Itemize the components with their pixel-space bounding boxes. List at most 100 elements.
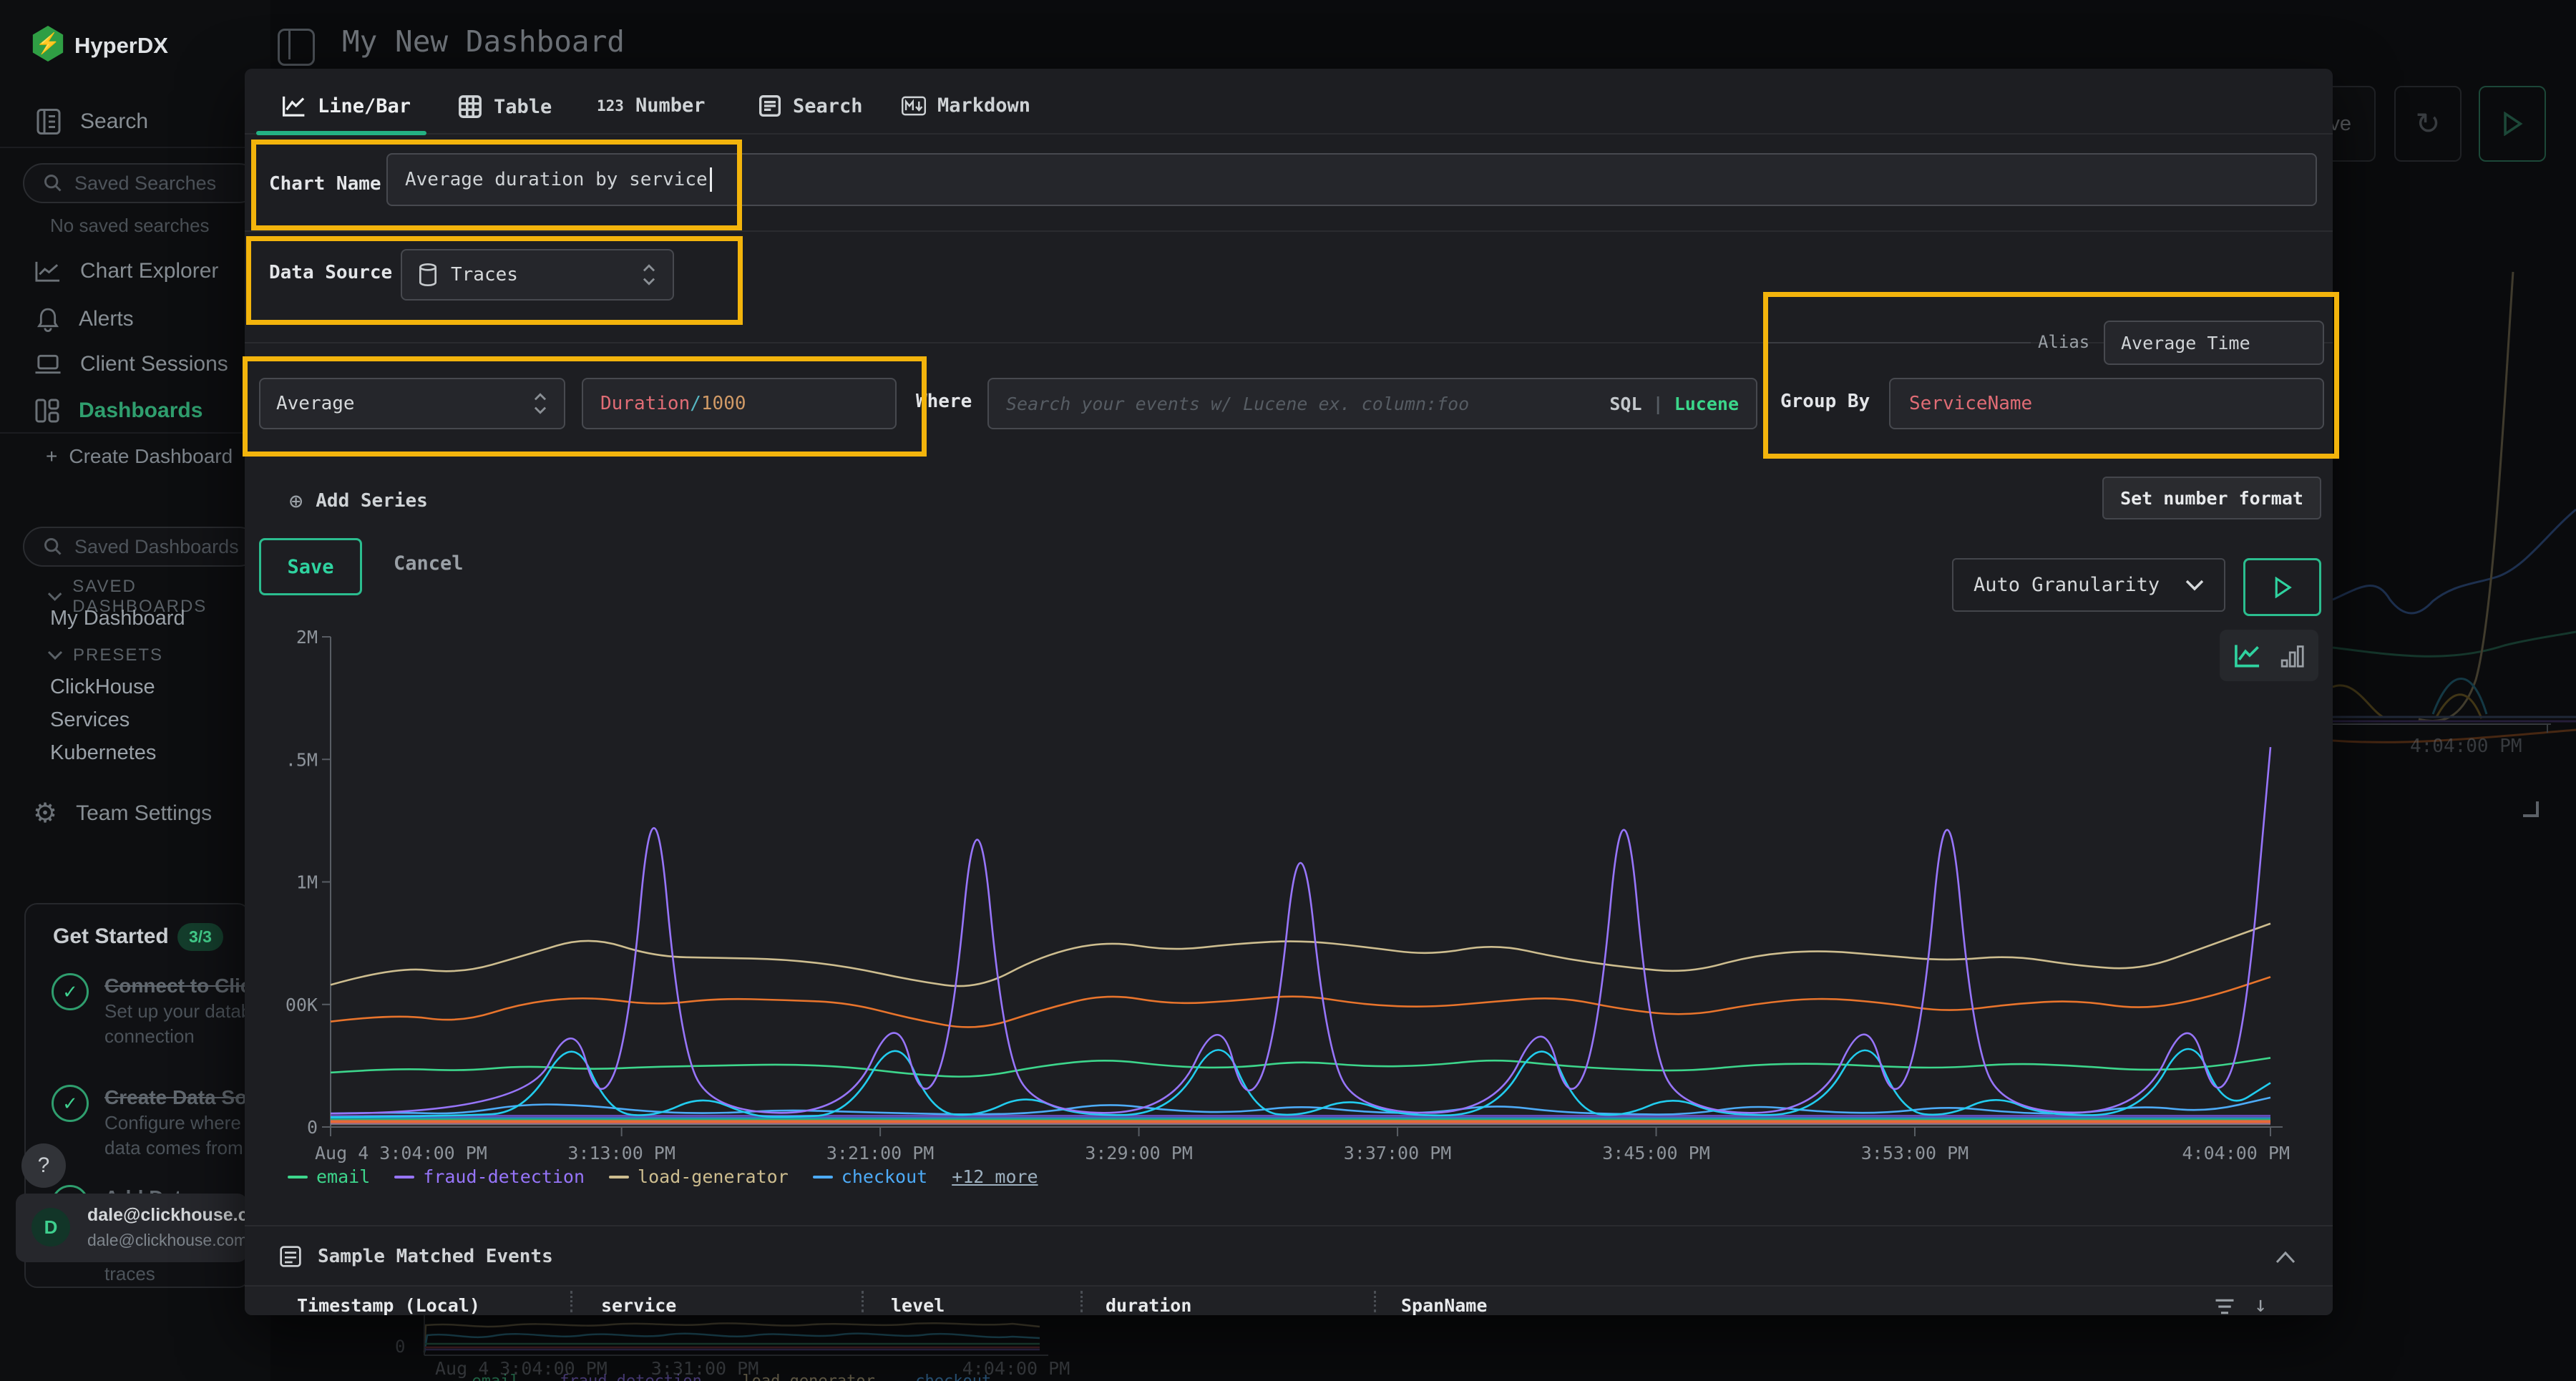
sidebar: ⚡ HyperDX Search Saved Searches No saved…	[0, 0, 272, 1381]
column-separator[interactable]	[570, 1291, 572, 1312]
collapse-chevron-icon[interactable]	[2275, 1251, 2296, 1264]
legend-item[interactable]: fraud-detection	[394, 1166, 585, 1187]
search-icon	[43, 173, 63, 193]
select-chevrons-icon	[532, 391, 548, 416]
no-saved-searches-text: No saved searches	[50, 215, 210, 237]
svg-text:3:13:00 PM: 3:13:00 PM	[567, 1143, 675, 1163]
sidebar-collapse-button[interactable]	[278, 29, 315, 66]
where-search-input[interactable]: Search your events w/ Lucene ex. column:…	[987, 378, 1757, 429]
search-tab-icon	[758, 94, 781, 117]
sidebar-item-chart-explorer[interactable]: Chart Explorer	[34, 259, 218, 283]
lucene-toggle[interactable]: Lucene	[1674, 394, 1739, 414]
svg-text:4:04:00 PM: 4:04:00 PM	[2182, 1143, 2290, 1163]
download-icon[interactable]: ↓	[2254, 1292, 2267, 1315]
divider	[0, 432, 270, 434]
main-chart[interactable]: 2M1.5M1M500K0Aug 4 3:04:00 PM3:13:00 PM3…	[286, 626, 2297, 1170]
underlying-right-chart	[2333, 186, 2576, 758]
run-query-button[interactable]	[2479, 86, 2546, 162]
user-menu[interactable]: D dale@clickhouse.com dale@clickhouse.co…	[16, 1194, 248, 1262]
step-desc: Set up your database connection	[104, 1000, 250, 1047]
sidebar-item-client-sessions[interactable]: Client Sessions	[34, 352, 228, 376]
refresh-button[interactable]: ↻	[2394, 86, 2462, 162]
saved-searches-input[interactable]: Saved Searches	[23, 163, 259, 203]
sidebar-item-search[interactable]: Search	[36, 107, 148, 136]
save-button[interactable]: Save	[259, 538, 362, 595]
chevron-down-icon	[47, 592, 62, 602]
svg-text:3:53:00 PM: 3:53:00 PM	[1861, 1143, 1969, 1163]
sidebar-item-team-settings[interactable]: ⚙ Team Settings	[33, 800, 212, 827]
legend-label: — checkout	[897, 1372, 991, 1381]
markdown-tab-icon	[902, 95, 926, 117]
data-source-select[interactable]: Traces	[401, 249, 674, 301]
granularity-select[interactable]: Auto Granularity	[1952, 558, 2225, 612]
tab-markdown[interactable]: Markdown	[902, 94, 1030, 117]
tab-line-bar[interactable]: Line/Bar	[282, 94, 411, 117]
chart-name-input[interactable]: Average duration by service	[386, 153, 2317, 206]
sample-events-header[interactable]: Sample Matched Events	[279, 1245, 553, 1268]
field-expression-input[interactable]: Duration/1000	[582, 378, 897, 429]
legend-label: — load-generator	[723, 1372, 875, 1381]
hyperdx-logo-icon: ⚡	[31, 26, 64, 62]
bell-icon	[36, 306, 60, 332]
group-by-input[interactable]: ServiceName	[1889, 378, 2324, 429]
column-filter-icon[interactable]	[2214, 1297, 2235, 1315]
tab-label: Number	[635, 94, 706, 117]
get-started-step-2[interactable]: ✓ Create Data Source Configure where you…	[52, 1085, 243, 1161]
sidebar-item-label: Client Sessions	[80, 352, 228, 376]
sidebar-item-label: Search	[80, 109, 148, 134]
run-chart-button[interactable]	[2243, 558, 2321, 616]
tab-label: Table	[494, 96, 552, 118]
tab-search[interactable]: Search	[758, 94, 863, 117]
column-header[interactable]: SpanName	[1401, 1295, 1487, 1315]
alias-value: Average Time	[2121, 333, 2250, 353]
legend-item[interactable]: checkout	[813, 1166, 927, 1187]
tab-table[interactable]: Table	[458, 94, 552, 119]
select-chevrons-icon	[641, 263, 657, 287]
legend-more-link[interactable]: +12 more	[952, 1166, 1038, 1187]
legend-label: email	[316, 1166, 370, 1187]
aggregation-select[interactable]: Average	[259, 378, 565, 429]
divider	[245, 1225, 2333, 1226]
text-caret	[710, 167, 712, 192]
tab-number[interactable]: 123 Number	[597, 94, 705, 117]
sidebar-item-label: Chart Explorer	[80, 259, 218, 283]
active-tab-indicator	[256, 131, 426, 135]
step-title: Create Data Source	[104, 1086, 250, 1108]
sql-toggle[interactable]: SQL	[1609, 394, 1641, 414]
column-header[interactable]: Timestamp (Local)	[297, 1295, 480, 1315]
svg-text:2M: 2M	[296, 627, 318, 648]
help-button[interactable]: ?	[21, 1143, 66, 1188]
column-separator[interactable]	[1080, 1291, 1083, 1312]
column-header[interactable]: service	[601, 1295, 676, 1315]
resize-handle[interactable]	[2523, 801, 2539, 817]
collapse-divider	[288, 31, 291, 59]
expr-constant: 1000	[701, 393, 746, 414]
set-number-format-button[interactable]: Set number format	[2102, 477, 2321, 519]
column-separator[interactable]	[862, 1291, 864, 1312]
sidebar-link-services[interactable]: Services	[50, 708, 130, 732]
get-started-step-1[interactable]: ✓ Connect to ClickHouse Set up your data…	[52, 973, 243, 1050]
add-series-button[interactable]: ⊕ Add Series	[289, 489, 428, 512]
saved-dashboards-placeholder: Saved Dashboards	[74, 536, 239, 558]
saved-dashboards-input[interactable]: Saved Dashboards	[23, 527, 259, 567]
sidebar-link-clickhouse[interactable]: ClickHouse	[50, 675, 155, 699]
sidebar-item-label: Alerts	[79, 307, 134, 331]
legend-item[interactable]: load-generator	[609, 1166, 789, 1187]
alias-input[interactable]: Average Time	[2104, 321, 2324, 365]
sidebar-link-my-dashboard[interactable]: My Dashboard	[50, 607, 185, 630]
sidebar-item-dashboards[interactable]: Dashboards	[34, 398, 203, 424]
column-header[interactable]: duration	[1106, 1295, 1191, 1315]
column-header[interactable]: level	[891, 1295, 945, 1315]
presets-section-header[interactable]: PRESETS	[47, 645, 163, 665]
chevron-down-icon	[47, 650, 63, 660]
column-separator[interactable]	[1374, 1291, 1376, 1312]
legend-item[interactable]: email	[288, 1166, 370, 1187]
create-dashboard-button[interactable]: + Create Dashboard	[46, 445, 233, 468]
sidebar-link-kubernetes[interactable]: Kubernetes	[50, 741, 156, 765]
list-icon	[279, 1245, 302, 1268]
create-dashboard-label: Create Dashboard	[69, 445, 233, 468]
gear-icon: ⚙	[33, 800, 57, 827]
cancel-button[interactable]: Cancel	[394, 552, 464, 575]
sidebar-item-alerts[interactable]: Alerts	[36, 306, 134, 332]
where-label: Where	[916, 391, 972, 412]
